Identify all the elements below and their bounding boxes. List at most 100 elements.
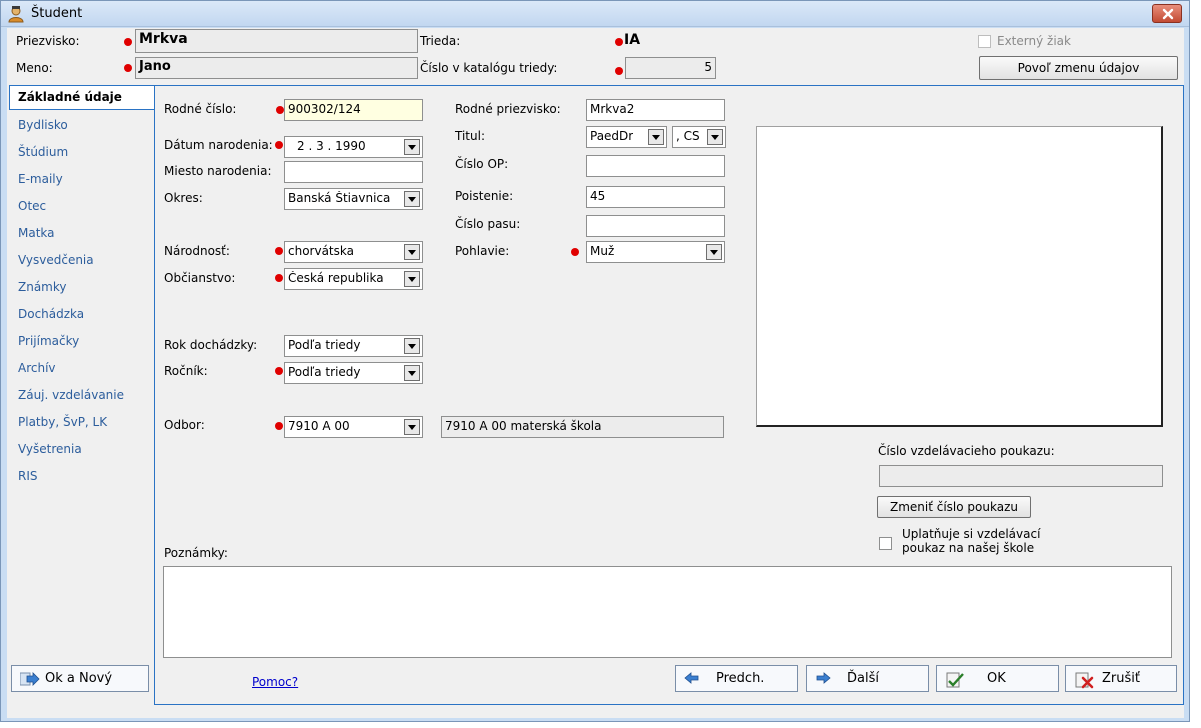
surname-field[interactable]: Mrkva [135, 29, 418, 53]
dropdown-arrow-icon[interactable] [707, 129, 723, 145]
birth-place-field[interactable] [284, 161, 423, 183]
citizenship-label: Občianstvo: [164, 271, 236, 285]
title-suffix-select[interactable]: , CS [672, 126, 726, 148]
maiden-name-field[interactable]: Mrkva2 [586, 99, 725, 121]
name-label: Meno: [16, 61, 53, 75]
passport-label: Číslo pasu: [455, 217, 521, 231]
required-indicator [615, 38, 623, 46]
gender-select[interactable]: Muž [586, 241, 725, 263]
sidebar-item-attendance[interactable]: Dochádzka [18, 307, 84, 321]
surname-label: Priezvisko: [16, 34, 80, 48]
birth-date-picker[interactable]: 2 . 3 . 1990 [284, 136, 423, 158]
external-student-label: Externý žiak [997, 34, 1071, 48]
sidebar-item-ris[interactable]: RIS [18, 469, 38, 483]
previous-button[interactable]: Predch. [675, 665, 798, 692]
birth-number-field[interactable]: 900302/124 [284, 99, 423, 121]
insurance-field[interactable]: 45 [586, 186, 725, 208]
dropdown-arrow-icon[interactable] [404, 244, 420, 260]
sidebar-item-study[interactable]: Štúdium [18, 145, 68, 159]
voucher-applies-label-line2: poukaz na našej škole [902, 541, 1035, 555]
close-button[interactable] [1152, 4, 1182, 23]
sidebar-item-certificates[interactable]: Vysvedčenia [18, 253, 94, 267]
nationality-select[interactable]: chorvátska [284, 241, 423, 263]
cancel-button[interactable]: Zrušiť [1065, 665, 1177, 692]
next-button[interactable]: Ďalší [806, 665, 929, 692]
required-indicator [275, 422, 283, 430]
student-window: Študent Priezvisko: Mrkva Meno: Jano Tri… [0, 0, 1190, 722]
cancel-x-icon [1075, 672, 1094, 689]
title-label: Titul: [455, 129, 485, 143]
voucher-number-label: Číslo vzdelávacieho poukazu: [878, 444, 1055, 458]
name-field[interactable]: Jano [135, 57, 418, 79]
notes-textarea[interactable] [163, 566, 1172, 658]
sidebar-item-mother[interactable]: Matka [18, 226, 55, 240]
dropdown-arrow-icon[interactable] [404, 139, 420, 155]
sidebar-item-admissions[interactable]: Prijímačky [18, 334, 79, 348]
voucher-applies-label-line1: Uplatňuje si vzdelávací [902, 527, 1041, 541]
district-select[interactable]: Banská Štiavnica [284, 188, 423, 210]
window-title: Študent [31, 6, 83, 21]
basic-info-panel: Rodné číslo: 900302/124 Dátum narodenia:… [154, 85, 1184, 705]
required-indicator [275, 274, 283, 282]
attendance-year-select[interactable]: Podľa triedy [284, 335, 423, 357]
gender-value: Muž [590, 244, 615, 258]
id-card-label: Číslo OP: [455, 157, 509, 171]
citizenship-value: Česká republika [288, 271, 384, 285]
change-voucher-button[interactable]: Zmeniť číslo poukazu [877, 496, 1031, 518]
required-indicator [275, 367, 283, 375]
sidebar-item-examinations[interactable]: Vyšetrenia [18, 442, 82, 456]
attendance-year-label: Rok dochádzky: [164, 338, 258, 352]
dropdown-arrow-icon[interactable] [404, 271, 420, 287]
title-prefix-value: PaedDr [590, 129, 634, 143]
ok-button[interactable]: OK [936, 665, 1059, 692]
student-photo[interactable] [756, 126, 1163, 427]
nationality-label: Národnosť: [164, 244, 230, 258]
title-bar: Študent [1, 1, 1189, 27]
voucher-number-field[interactable] [879, 465, 1163, 487]
title-prefix-select[interactable]: PaedDr [586, 126, 667, 148]
district-value: Banská Štiavnica [288, 191, 391, 205]
title-suffix-value: , CS [676, 129, 700, 143]
sidebar-item-emails[interactable]: E-maily [18, 172, 63, 186]
sidebar-item-father[interactable]: Otec [18, 199, 46, 213]
dropdown-arrow-icon[interactable] [648, 129, 664, 145]
dialog-body: Priezvisko: Mrkva Meno: Jano Trieda: IA … [7, 28, 1184, 718]
field-of-study-select[interactable]: 7910 A 00 [284, 416, 423, 438]
required-indicator [571, 248, 579, 256]
sidebar-item-archive[interactable]: Archív [18, 361, 56, 375]
field-of-study-description: 7910 A 00 materská škola [441, 416, 724, 438]
grade-select[interactable]: Podľa triedy [284, 362, 423, 384]
dropdown-arrow-icon[interactable] [404, 365, 420, 381]
birth-place-label: Miesto narodenia: [164, 164, 272, 178]
sidebar-item-interest-education[interactable]: Záuj. vzdelávanie [18, 388, 124, 402]
maiden-name-label: Rodné priezvisko: [455, 102, 561, 116]
birth-date-label: Dátum narodenia: [164, 138, 273, 152]
arrow-left-icon [684, 672, 699, 684]
sidebar-item-grades[interactable]: Známky [18, 280, 67, 294]
citizenship-select[interactable]: Česká republika [284, 268, 423, 290]
dropdown-arrow-icon[interactable] [404, 419, 420, 435]
previous-label: Predch. [716, 671, 765, 686]
catalog-number-field[interactable]: 5 [625, 57, 716, 79]
dropdown-arrow-icon[interactable] [706, 244, 722, 260]
sidebar-item-basic-info[interactable]: Základné údaje [9, 85, 154, 110]
class-label: Trieda: [420, 34, 461, 48]
id-card-field[interactable] [586, 155, 725, 177]
required-indicator [275, 141, 283, 149]
grade-value: Podľa triedy [288, 365, 361, 379]
help-link[interactable]: Pomoc? [252, 675, 298, 689]
next-label: Ďalší [847, 671, 879, 686]
voucher-applies-checkbox[interactable] [879, 537, 892, 550]
external-student-checkbox[interactable] [978, 35, 991, 48]
dropdown-arrow-icon[interactable] [404, 191, 420, 207]
notes-label: Poznámky: [164, 546, 228, 560]
passport-field[interactable] [586, 215, 725, 237]
dropdown-arrow-icon[interactable] [404, 338, 420, 354]
insurance-label: Poistenie: [455, 189, 514, 203]
sidebar-item-payments[interactable]: Platby, ŠvP, LK [18, 415, 107, 429]
arrow-right-icon [816, 672, 831, 684]
sidebar-item-address[interactable]: Bydlisko [18, 118, 68, 132]
ok-and-new-button[interactable]: Ok a Nový [11, 665, 149, 692]
allow-edit-button[interactable]: Povoľ zmenu údajov [979, 56, 1178, 80]
grade-label: Ročník: [164, 364, 208, 378]
